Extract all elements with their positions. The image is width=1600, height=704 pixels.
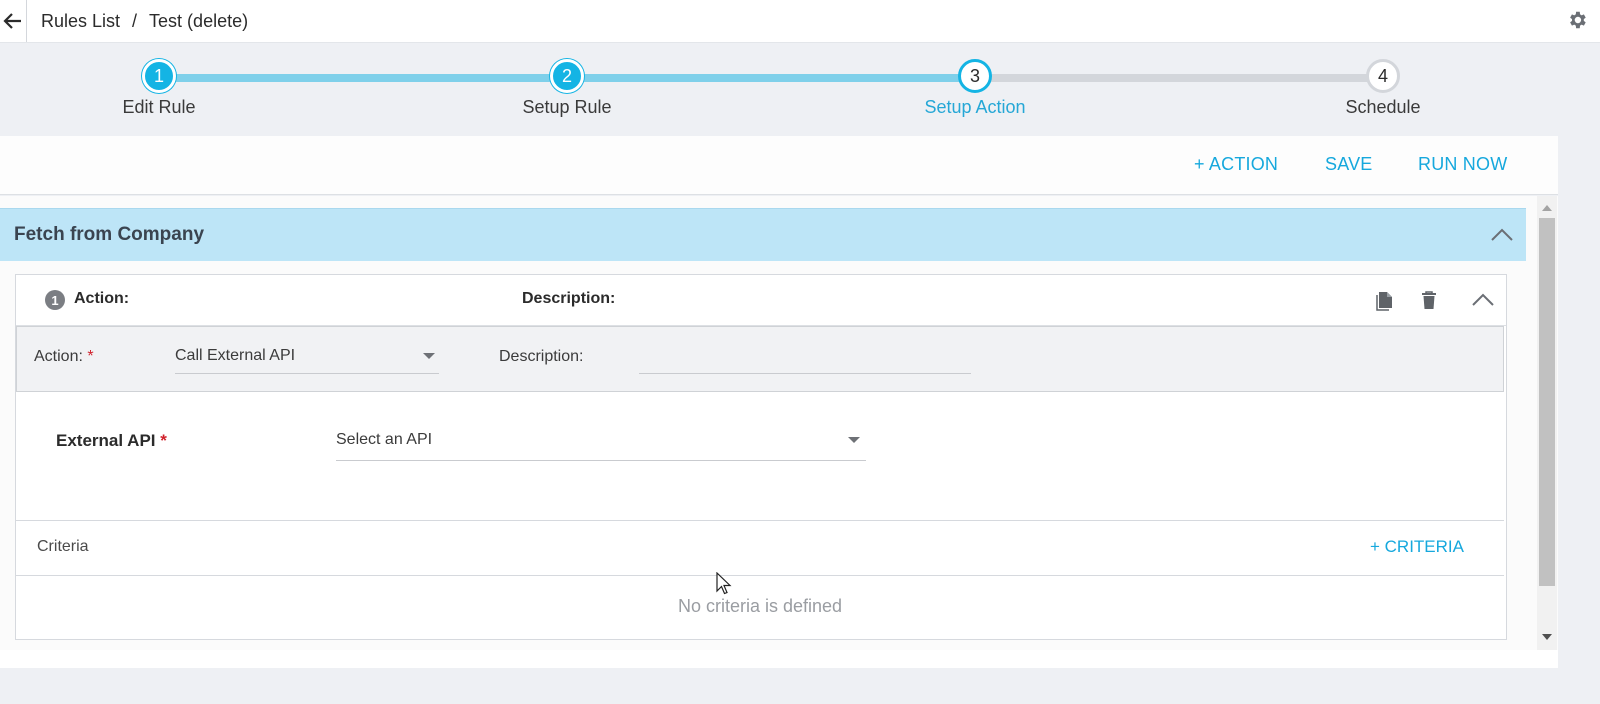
step-label: Schedule: [1345, 97, 1421, 117]
top-bar: Rules List / Test (delete): [0, 0, 1600, 43]
step-label: Setup Action: [924, 97, 1026, 117]
scrollbar-thumb[interactable]: [1539, 218, 1555, 586]
action-card: 1 Action: Description: Action: * Call Ex…: [15, 274, 1507, 640]
mouse-pointer-icon: [716, 572, 732, 595]
dropdown-caret-icon: [423, 353, 435, 359]
description-heading: Description:: [522, 290, 616, 307]
chevron-up-icon[interactable]: [1470, 289, 1496, 311]
dropdown-caret-icon: [848, 437, 860, 443]
add-criteria-button[interactable]: + CRITERIA: [1370, 537, 1464, 557]
action-toolbar: + ACTION SAVE RUN NOW: [0, 136, 1558, 195]
action-settings-row: Action: * Call External API Description:: [16, 326, 1504, 392]
external-api-label-text: External API: [56, 431, 156, 450]
trash-icon[interactable]: [1418, 289, 1440, 311]
copy-icon[interactable]: [1374, 289, 1396, 311]
scroll-up-arrow-icon[interactable]: [1542, 205, 1552, 211]
back-arrow-icon[interactable]: [0, 0, 27, 42]
step-setup-action[interactable]: 3 Setup Action: [875, 59, 1075, 118]
step-schedule[interactable]: 4 Schedule: [1283, 59, 1483, 118]
criteria-header: Criteria + CRITERIA: [16, 520, 1504, 576]
save-button[interactable]: SAVE: [1325, 154, 1373, 175]
action-label-text: Action:: [34, 348, 83, 365]
breadcrumb: Rules List / Test (delete): [41, 11, 248, 32]
description-field-label: Description:: [499, 348, 584, 365]
footer-strip: [0, 650, 1558, 668]
action-type-value: Call External API: [175, 347, 296, 364]
gear-icon[interactable]: [1566, 9, 1588, 31]
breadcrumb-rules-list[interactable]: Rules List: [41, 11, 120, 32]
external-api-underline: [336, 460, 866, 461]
external-api-placeholder: Select an API: [336, 431, 433, 448]
scroll-down-arrow-icon[interactable]: [1542, 634, 1552, 640]
section-header[interactable]: Fetch from Company: [0, 208, 1526, 261]
criteria-empty-message: No criteria is defined: [677, 595, 843, 616]
main-content: Fetch from Company 1 Action: Description…: [0, 196, 1558, 650]
action-card-header[interactable]: 1 Action: Description:: [16, 275, 1506, 326]
description-input[interactable]: [639, 341, 971, 374]
required-mark: *: [160, 431, 167, 450]
step-edit-rule[interactable]: 1 Edit Rule: [59, 59, 259, 118]
chevron-up-icon[interactable]: [1490, 224, 1514, 244]
action-field-label: Action: *: [34, 348, 94, 366]
run-now-button[interactable]: RUN NOW: [1418, 154, 1507, 175]
add-action-button[interactable]: + ACTION: [1194, 154, 1278, 175]
step-number: 2: [550, 59, 584, 93]
criteria-title: Criteria: [37, 538, 89, 555]
step-label: Setup Rule: [522, 97, 612, 117]
action-number-badge: 1: [45, 290, 65, 310]
step-number: 4: [1366, 59, 1400, 93]
required-mark: *: [87, 348, 94, 365]
action-type-underline: [175, 373, 439, 374]
section-title: Fetch from Company: [14, 224, 205, 245]
step-number: 1: [142, 59, 176, 93]
action-heading: Action:: [74, 290, 130, 307]
breadcrumb-separator: /: [132, 10, 138, 31]
external-api-label: External API *: [56, 431, 167, 451]
vertical-scrollbar[interactable]: [1537, 196, 1557, 650]
breadcrumb-current-rule: Test (delete): [149, 10, 249, 31]
wizard-stepper: 1 Edit Rule 2 Setup Rule 3 Setup Action …: [0, 44, 1600, 136]
step-label: Edit Rule: [122, 97, 196, 117]
step-number: 3: [958, 59, 992, 93]
step-setup-rule[interactable]: 2 Setup Rule: [467, 59, 667, 118]
